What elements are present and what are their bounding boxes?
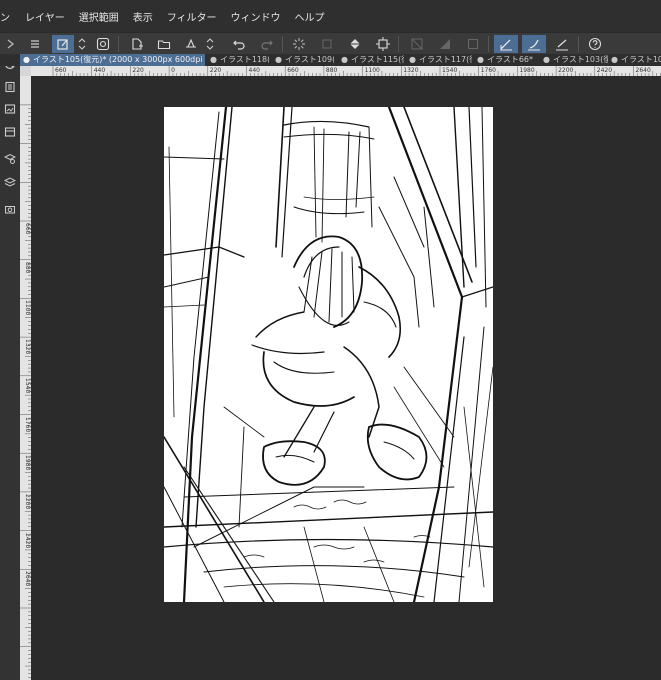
ruler-label: 1760: [24, 416, 31, 432]
ruler-label: 440: [93, 67, 106, 74]
save-icon[interactable]: [182, 35, 200, 53]
ruler-label: 2640: [635, 67, 651, 74]
menu-icon[interactable]: [26, 35, 44, 53]
ruler-label: 660: [24, 223, 31, 235]
brush-icon[interactable]: [553, 35, 571, 53]
spinner-icon[interactable]: [76, 35, 88, 53]
canvas-area[interactable]: [31, 76, 661, 680]
ruler-label: 880: [325, 67, 338, 74]
loading-icon[interactable]: [290, 35, 308, 53]
undo-icon[interactable]: [230, 35, 248, 53]
ruler-label: 0: [171, 67, 175, 74]
ruler-label: 1980: [519, 67, 535, 74]
ruler-label: 1320: [403, 67, 419, 74]
menu-item-filter[interactable]: フィルター: [160, 9, 224, 24]
ruler-vertical[interactable]: 660 880 1100 1320 1540 1760 1980 2200 2420 2640: [20, 76, 31, 680]
ruler-label: 2200: [558, 67, 574, 74]
tab-label: イラスト118(復: [219, 55, 269, 64]
toolbar-divider: [118, 36, 119, 52]
open-folder-icon[interactable]: [155, 35, 173, 53]
stack-icon[interactable]: [2, 175, 18, 189]
tab-label: イラスト103(復: [552, 55, 608, 64]
tab-document[interactable]: ●イラスト101(: [608, 54, 661, 66]
redo-icon[interactable]: [258, 35, 276, 53]
ruler-label: 660: [55, 67, 67, 74]
command-bar: [0, 32, 661, 56]
ruler-label: 660: [287, 67, 299, 74]
eye-icon[interactable]: [94, 35, 112, 53]
ruler-label: 220: [132, 67, 144, 74]
ruler-horizontal[interactable]: 660 440 220 0 220 440 660 880 1100 1320 1540 1760 19…: [31, 66, 661, 76]
tab-label: イラスト105(復元)* (2000 x 3000px 600dpi 49.5%…: [32, 55, 205, 64]
pen-icon[interactable]: [494, 35, 518, 53]
tab-label: イラスト66*: [486, 55, 534, 64]
ruler-label: 2200: [24, 493, 31, 510]
tab-document-active[interactable]: ●イラスト105(復元)* (2000 x 3000px 600dpi 49.5…: [20, 54, 205, 66]
tab-document[interactable]: ●イラスト118(復: [207, 54, 269, 66]
ruler-label: 1320: [24, 339, 31, 355]
menu-item-app[interactable]: ン: [0, 9, 18, 24]
selection-icon[interactable]: [374, 35, 392, 53]
tab-label: イラスト109(復: [284, 55, 334, 64]
pencil-icon[interactable]: [522, 35, 546, 53]
transform-icon[interactable]: [318, 35, 336, 53]
document-tab-bar: ●イラスト105(復元)* (2000 x 3000px 600dpi 49.5…: [0, 54, 661, 66]
ruler-label: 1100: [24, 300, 31, 316]
help-icon[interactable]: [586, 35, 604, 53]
ruler-label: 2420: [596, 67, 613, 74]
crop-icon[interactable]: [464, 35, 482, 53]
tab-label: イラスト115(復: [350, 55, 404, 64]
camera-icon[interactable]: [2, 202, 18, 216]
tab-document[interactable]: ● イラスト115(復: [338, 54, 404, 66]
layer-icon[interactable]: [2, 125, 18, 139]
menu-item-window[interactable]: ウィンドウ: [224, 9, 288, 24]
fill-icon[interactable]: [346, 35, 364, 53]
collapse-icon[interactable]: [2, 35, 20, 53]
ruler-label: 2420: [24, 532, 31, 548]
sketch-artwork: [164, 107, 493, 602]
menu-item-help[interactable]: ヘルプ: [288, 9, 332, 24]
tab-document[interactable]: ●イラスト109(復: [272, 54, 334, 66]
layer-search-icon[interactable]: [2, 152, 18, 166]
ruler-label: 1100: [364, 67, 380, 74]
ruler-label: 1540: [24, 377, 31, 394]
ruler-label: 1540: [442, 67, 458, 74]
new-document-icon[interactable]: [128, 35, 146, 53]
tab-label: イラスト117(復: [418, 55, 472, 64]
material-icon[interactable]: [2, 102, 18, 116]
layer-property-icon[interactable]: [2, 80, 18, 94]
toolbar-divider: [488, 36, 489, 52]
ruler-label: 1760: [480, 67, 496, 74]
toolbar-divider: [578, 36, 579, 52]
invert-icon[interactable]: [436, 35, 454, 53]
tab-document[interactable]: ● イラスト117(復: [406, 54, 472, 66]
tab-document[interactable]: ● イラスト103(復: [540, 54, 608, 66]
menu-item-selection[interactable]: 選択範囲: [72, 9, 126, 24]
spinner-icon[interactable]: [204, 35, 216, 53]
ruler-label: 1980: [24, 455, 31, 471]
clear-icon[interactable]: [408, 35, 426, 53]
tab-label: イラスト101(: [620, 55, 661, 64]
menu-bar: ン レイヤー 選択範囲 表示 フィルター ウィンドウ ヘルプ: [0, 0, 661, 32]
ruler-label: 880: [24, 261, 31, 274]
ruler-corner: [20, 66, 31, 76]
tab-document[interactable]: ● イラスト66*: [474, 54, 534, 66]
drawing-canvas[interactable]: [164, 107, 493, 602]
new-layer-icon[interactable]: [52, 35, 74, 53]
toolbar-divider: [398, 36, 399, 52]
ruler-label: 440: [248, 67, 260, 74]
menu-item-layer[interactable]: レイヤー: [18, 9, 72, 24]
toolbar-divider: [282, 36, 283, 52]
ruler-label: 2640: [24, 571, 31, 587]
menu-item-view[interactable]: 表示: [126, 9, 160, 24]
side-panel-strip: [0, 54, 20, 680]
ruler-label: 220: [209, 67, 222, 74]
